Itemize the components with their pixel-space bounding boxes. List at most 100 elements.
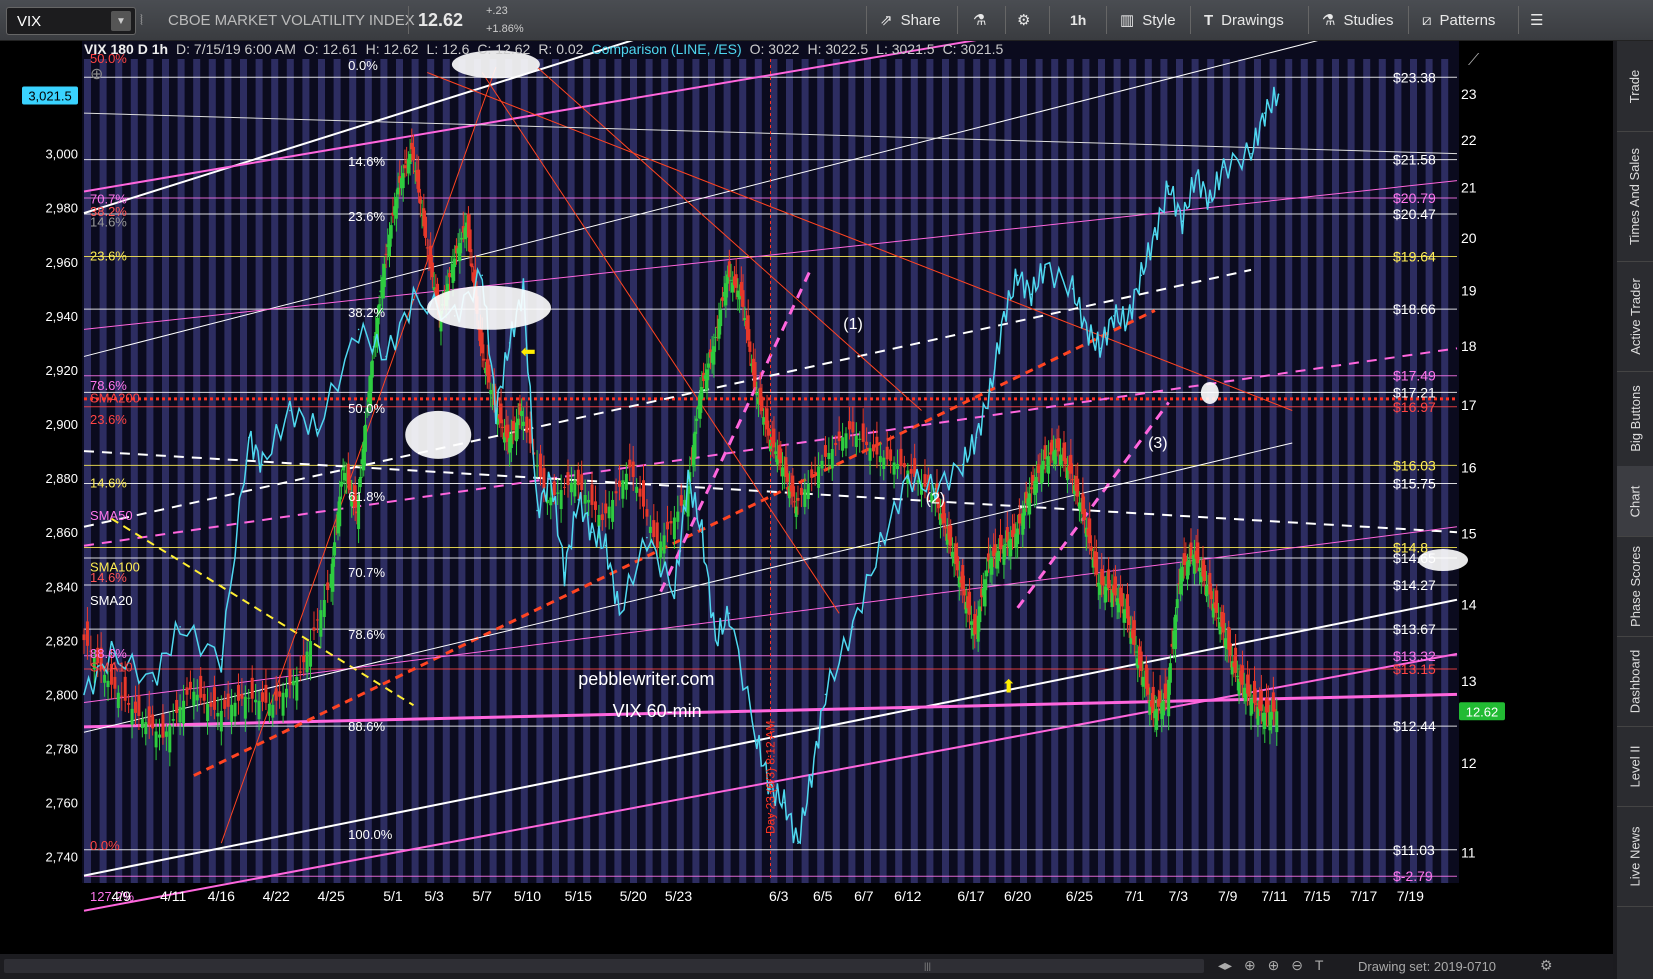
cmp-low: L: 3021.5 [876,41,935,57]
es-data-point [728,612,731,615]
vix-candle [672,517,676,540]
vix-candle [535,465,539,467]
chart-svg[interactable]: ⬅ ⬆ Day 23 (6/3) 8:12 AM 0.0% 14.6% 23.6% 38.2… [0,39,1613,956]
menu-icon[interactable]: ☰ [1530,0,1543,40]
left-axis-tick: 2,980 [45,201,78,216]
studies-button[interactable]: ⚗ Studies [1322,0,1394,40]
vix-candle [641,480,645,507]
dock-tab-trade[interactable]: Trade [1617,41,1653,132]
gear-icon[interactable]: ⚙ [1017,0,1030,40]
bar-high: H: 12.62 [365,41,419,57]
session-stripe [645,59,653,883]
horizontal-scrollbar[interactable]: ||| [4,959,1204,973]
vix-candle [985,570,989,577]
dock-tab-live-news[interactable]: Live News [1617,806,1653,907]
vix-candle [652,520,656,538]
dock-tab-big-buttons[interactable]: Big Buttons [1617,371,1653,467]
symbol-selector[interactable]: VIX ▼ [6,7,136,35]
vix-candle [1235,675,1239,677]
vix-candle [516,418,520,426]
bottom-settings-icon[interactable]: ⚙ [1540,957,1553,974]
left-axis-tick: 2,860 [45,525,78,540]
vix-candle [401,173,405,189]
es-data-point [852,626,854,628]
vix-candle [202,693,206,701]
fib-label: 14.6% [90,215,127,230]
es-data-point [1016,274,1019,277]
vix-candle [720,297,724,301]
share-button[interactable]: ⇗ Share [880,0,941,40]
price-level-label: $12.44 [1393,718,1436,734]
es-data-point [824,693,827,696]
vix-candle [1210,591,1214,600]
es-data-point [975,436,978,439]
vix-candle [212,687,216,710]
vix-candle [638,488,642,497]
vix-candle [470,263,474,268]
patterns-button[interactable]: ⧄ Patterns [1422,0,1495,40]
vix-candle [1077,502,1081,510]
text-icon[interactable]: T [1315,957,1324,973]
vix-candle [219,710,223,732]
patterns-label: Patterns [1439,11,1496,29]
vix-candle [267,703,271,716]
price-level-label: $13.15 [1393,661,1436,677]
dock-tab-chart[interactable]: Chart [1617,466,1653,537]
vix-candle [719,309,723,327]
dock-tab-active-trader[interactable]: Active Trader [1617,261,1653,372]
es-data-point [1003,315,1005,317]
pan-icon[interactable]: ◂▸ [1218,957,1232,973]
vix-candle [847,421,851,430]
vix-candle [1256,706,1260,725]
vix-candle [417,169,421,193]
fib-label: 100.0% [348,827,393,842]
dock-tab-level-ii[interactable]: Level II [1617,726,1653,807]
bar-low: L: 12.6 [426,41,470,57]
vix-candle [786,473,790,482]
chart-annotation: (1) [843,316,863,333]
session-stripe [1098,59,1105,883]
zoom-controls[interactable]: ◂▸ ⊕ ⊕ ⊖ T [1218,957,1323,974]
vix-candle [384,253,388,255]
vix-candle [418,196,422,204]
dock-tab-phase-scores[interactable]: Phase Scores [1617,536,1653,637]
session-stripe [271,59,279,883]
cmp-close: C: 3021.5 [942,41,1004,57]
style-button[interactable]: ▥ Style [1120,0,1176,40]
x-axis-tick: 5/15 [565,888,592,904]
crosshair-icon[interactable]: ⊕ [1244,957,1256,973]
flask-icon[interactable]: ⚗ [973,0,986,40]
dock-tab-times-and-sales[interactable]: Times And Sales [1617,131,1653,262]
vix-candle [1009,538,1013,557]
vix-candle [1017,513,1021,524]
vix-candle [810,469,814,478]
vix-candle [501,426,505,428]
drawings-button[interactable]: T Drawings [1204,0,1284,40]
link-icon[interactable]: ⦚ [140,0,143,40]
vix-candle [1187,559,1191,567]
chart-area[interactable]: ⬅ ⬆ Day 23 (6/3) 8:12 AM 0.0% 14.6% 23.6% 38.2… [0,39,1613,979]
zoom-out-icon[interactable]: ⊖ [1291,957,1303,973]
es-data-point [907,477,909,479]
vix-candle [645,509,649,517]
zoom-in-icon[interactable]: ⊕ [1268,957,1280,973]
vix-candle [755,392,759,396]
x-axis-tick: 5/7 [472,888,492,904]
vix-candle [403,165,407,169]
vix-candle [617,480,621,487]
es-data-point [536,509,538,512]
session-stripe [255,59,263,883]
vix-candle [662,535,666,554]
bar-close: C: 12.62 [477,41,531,57]
vix-candle [520,411,524,417]
dock-tab-dashboard[interactable]: Dashboard [1617,636,1653,727]
x-axis-tick: 7/9 [1218,888,1238,904]
vix-candle [956,556,960,571]
session-stripe [552,59,559,883]
vix-candle [250,677,254,699]
vix-candle [1203,565,1207,582]
vix-candle [123,676,127,701]
interval-button[interactable]: 1h [1070,0,1086,40]
chevron-down-icon[interactable]: ▼ [111,11,131,31]
vix-candle [468,229,472,253]
